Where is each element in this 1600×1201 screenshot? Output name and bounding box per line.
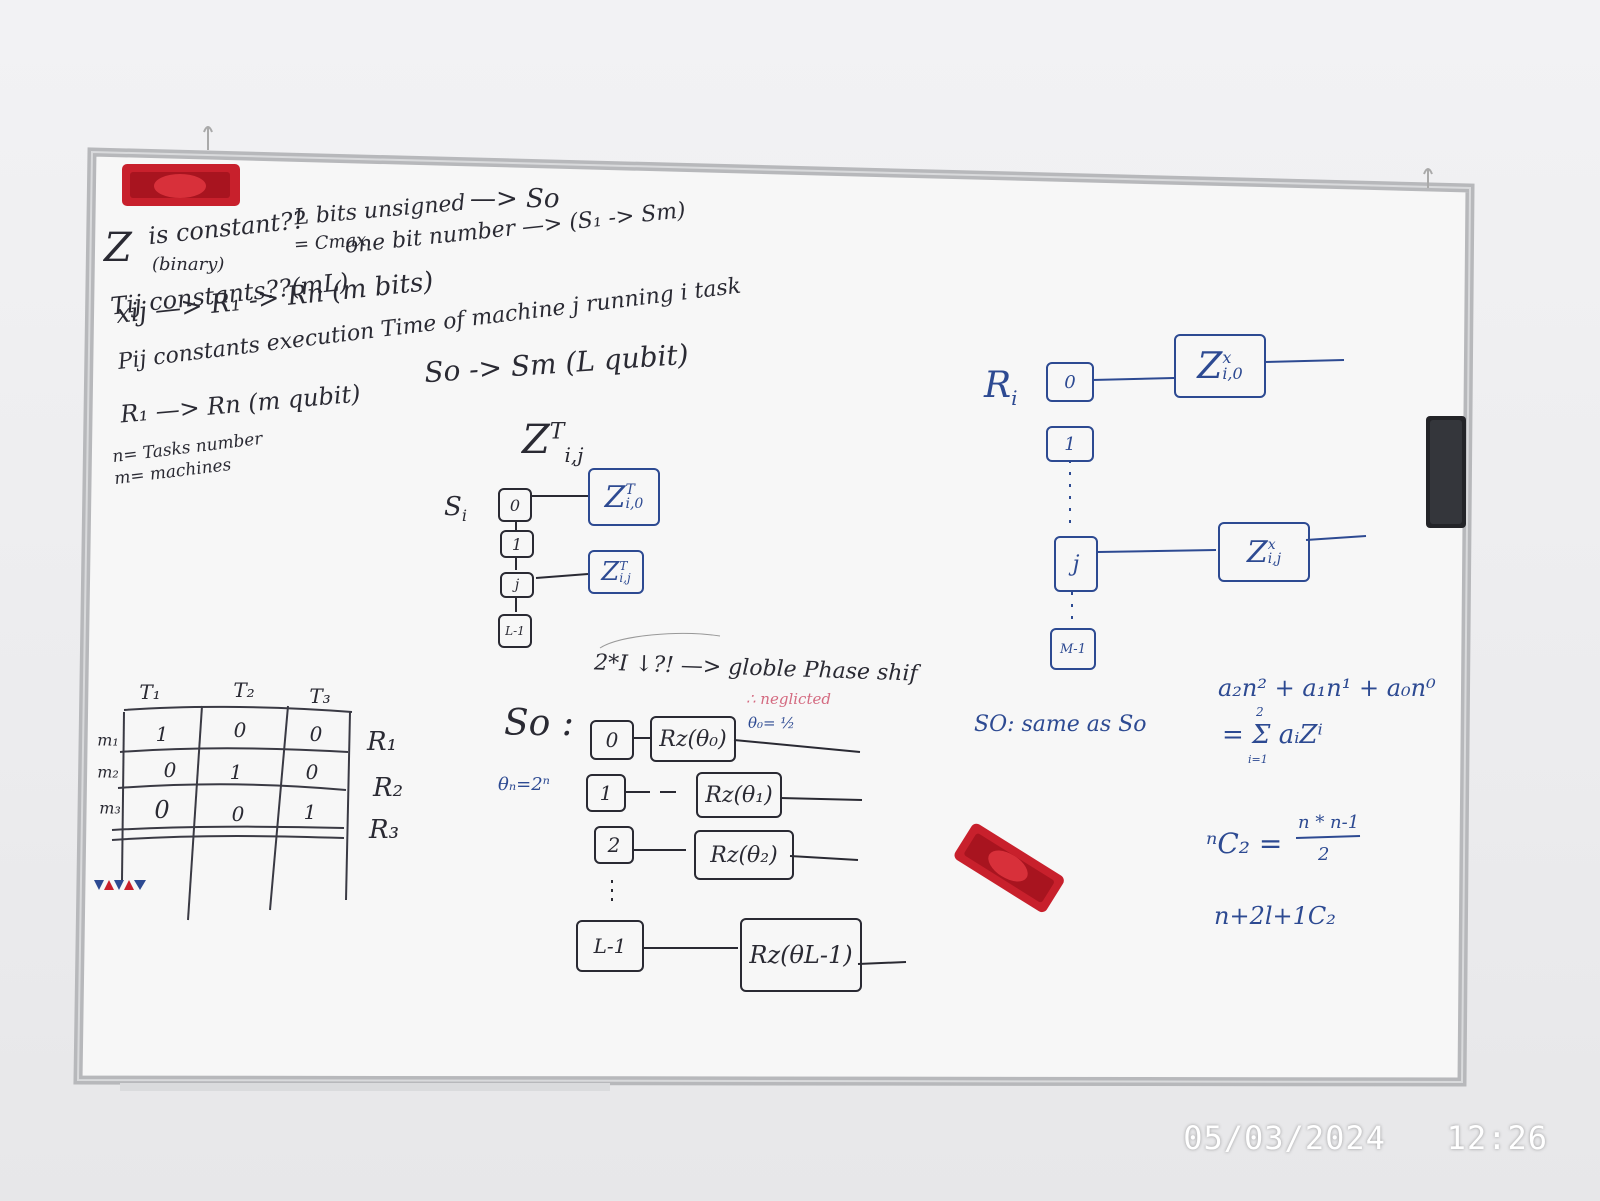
table-row-label-m3: m₃ (99, 798, 121, 818)
so-index-0: 0 (590, 720, 634, 760)
so-gate-l-1: Rz(θL-1) (740, 918, 862, 992)
table-cell-1-2: 0 (233, 718, 247, 742)
timestamp-time: 12:26 (1446, 1119, 1548, 1157)
combo-numerator: n * n-1 (1298, 812, 1360, 833)
table-cell-2-1: 0 (163, 758, 177, 782)
sum-top: 2 (1256, 705, 1264, 719)
theta-rule: θₙ=2ⁿ (498, 774, 550, 795)
table-col-t3: T₃ (309, 684, 331, 708)
theta0-note: θ₀= ½ (748, 714, 795, 732)
combo-2: n+2l+1C₂ (1214, 902, 1336, 930)
ri-cell-0: 0 (1046, 362, 1094, 402)
note-binary: (binary) (152, 254, 225, 275)
ri-cell-1: 1 (1046, 426, 1094, 462)
timestamp-date: 05/03/2024 (1183, 1119, 1386, 1157)
table-cell-3-1: 0 (154, 796, 170, 824)
combo-left: ⁿC₂ = (1206, 827, 1283, 860)
note-z: Z (104, 225, 132, 271)
z-i0-box: Z Ti,0 (588, 468, 660, 526)
so-index-2: 2 (594, 826, 634, 864)
table-cell-2-3: 0 (305, 760, 319, 784)
ri-label: Ri (984, 365, 1018, 411)
whiteboard (0, 0, 1600, 1201)
so-index-l-1: L-1 (576, 920, 644, 972)
table-cell-1-1: 1 (155, 722, 169, 746)
table-row-r1: R₁ (367, 727, 397, 757)
sum-formula: = Σ aᵢZⁱ (1222, 720, 1323, 750)
z-ij-label: ZTi,j (522, 417, 584, 467)
zx-i0-box: Zx i,0 (1174, 334, 1266, 398)
so-same-note: SO: same as So (974, 712, 1147, 737)
poly-formula: a₂n² + a₁n¹ + a₀n⁰ (1218, 674, 1436, 702)
si-label: Si (444, 492, 467, 526)
note-arrow-so: —> So (470, 184, 560, 214)
table-cell-1-3: 0 (309, 722, 323, 746)
table-cell-3-2: 0 (231, 802, 245, 826)
ri-cell-j: j (1054, 536, 1098, 592)
so-label: So : (504, 703, 574, 744)
si-cell-0: 0 (498, 488, 532, 522)
so-gate-1: Rz(θ₁) (696, 772, 782, 818)
so-gate-0: Rz(θ₀) (650, 716, 736, 762)
z-ij-box: Z Ti,j (588, 550, 644, 594)
photo-timestamp: 05/03/2024 12:26 (1183, 1119, 1548, 1157)
ri-cell-m-1: M-1 (1050, 628, 1096, 670)
sum-bottom: i=1 (1248, 753, 1268, 766)
table-row-label-m2: m₂ (97, 762, 119, 782)
table-row-label-m1: m₁ (97, 730, 119, 750)
table-col-t2: T₂ (233, 678, 255, 702)
table-cell-2-2: 1 (229, 760, 243, 784)
table-cell-3-3: 1 (303, 800, 317, 824)
si-cell-1: 1 (500, 530, 534, 558)
table-row-r2: R₂ (373, 773, 403, 803)
black-eraser-icon (1426, 416, 1466, 528)
table-row-r3: R₃ (369, 815, 399, 845)
neglicted-note: ∴ neglicted (746, 690, 831, 708)
red-eraser-icon (122, 164, 240, 206)
combo-denominator: 2 (1318, 844, 1330, 865)
table-col-t1: T₁ (139, 680, 161, 704)
whiteboard-surface (73, 126, 1475, 1091)
so-index-1: 1 (586, 774, 626, 812)
si-cell-l-1: L-1 (498, 614, 532, 648)
si-cell-j: j (500, 572, 534, 598)
so-gate-2: Rz(θ₂) (694, 830, 794, 880)
zx-ij-box: Zx i,j (1218, 522, 1310, 582)
